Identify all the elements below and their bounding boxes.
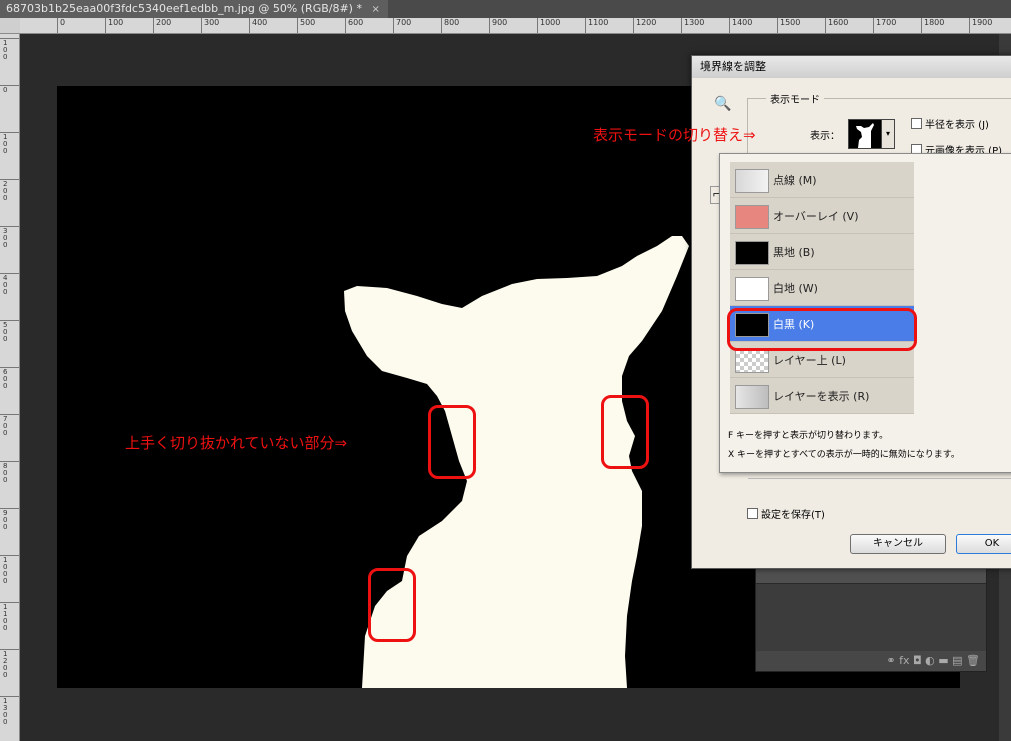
ruler-tick: 300 [201,18,219,33]
ruler-tick: 1400 [729,18,752,33]
ruler-tick: 1000 [0,555,19,585]
menu-item-label: レイヤーを表示 (R) [773,390,870,403]
ruler-tick: 1800 [921,18,944,33]
ruler-tick: 700 [393,18,411,33]
dialog-title: 境界線を調整 [692,56,1011,78]
zoom-tool-icon[interactable]: 🔍 [714,96,731,112]
mode-switch-annotation: 表示モードの切り替え⇒ [593,126,756,144]
layers-panel-toolbar: ⚭ fx ◘ ◐ ▬ ▤ 🗑 [756,651,986,671]
menu-item-overlay[interactable]: オーバーレイ (V) [730,198,914,234]
checkbox-icon[interactable] [747,508,758,519]
save-settings-label: 設定を保存(T) [761,510,825,521]
ruler-tick: 200 [153,18,171,33]
menu-item-marching-ants[interactable]: 点線 (M) [730,162,914,198]
x-key-hint: X キーを押すとすべての表示が一時的に無効になります。 [728,450,960,460]
menu-item-label: 白地 (W) [773,282,818,295]
vertical-ruler: 100 0 100 200 300 400 500 600 700 800 900 1000 1100 1… [0,34,20,741]
ruler-tick: 1300 [0,696,19,726]
save-settings-checkbox[interactable]: 設定を保存(T) [747,506,825,521]
ruler-tick: 600 [345,18,363,33]
bad-cut-highlight-bottom [368,568,416,642]
marching-ants-thumb-icon [735,169,769,193]
view-mode-thumbnail[interactable] [848,119,882,149]
ruler-corner [0,18,21,34]
document-tab-title: 68703b1b25eaa00f3fdc5340eef1edbb_m.jpg @… [6,2,362,15]
bad-cut-highlight-left [428,405,476,479]
menu-item-reveal-layer[interactable]: レイヤーを表示 (R) [730,378,914,414]
ruler-tick: 900 [489,18,507,33]
menu-item-label: オーバーレイ (V) [773,210,859,223]
ruler-tick: 800 [441,18,459,33]
ok-button[interactable]: OK [956,534,1011,554]
menu-item-on-black[interactable]: 黒地 (B) [730,234,914,270]
ruler-tick: 1700 [873,18,896,33]
ruler-tick: 800 [0,461,19,484]
close-icon[interactable]: × [371,4,379,15]
ruler-tick: 700 [0,414,19,437]
document-tab[interactable]: 68703b1b25eaa00f3fdc5340eef1edbb_m.jpg @… [0,0,388,18]
menu-item-label: 黒地 (B) [773,246,815,259]
ruler-tick: 0 [57,18,65,33]
cancel-button[interactable]: キャンセル [850,534,946,554]
ruler-tick: 400 [0,273,19,296]
ruler-tick: 400 [249,18,267,33]
bad-cut-highlight-right [601,395,649,469]
ruler-tick: 1600 [825,18,848,33]
document-tab-bar: 68703b1b25eaa00f3fdc5340eef1edbb_m.jpg @… [0,0,1011,19]
view-mode-dropdown-arrow[interactable]: ▾ [881,119,895,149]
ruler-tick: 100 [0,38,19,61]
ruler-tick: 1200 [633,18,656,33]
overlay-thumb-icon [735,205,769,229]
view-mode-group-label: 表示モード [766,91,824,106]
ruler-tick: 1000 [537,18,560,33]
on-white-thumb-icon [735,277,769,301]
f-key-hint: F キーを押すと表示が切り替わります。 [728,431,889,441]
ruler-tick: 1900 [969,18,992,33]
reveal-layer-thumb-icon [735,385,769,409]
ruler-tick: 0 [0,85,19,94]
ruler-tick: 600 [0,367,19,390]
view-mode-list: 点線 (M) オーバーレイ (V) 黒地 (B) 白地 (W) 白黒 (K) レ… [730,162,914,414]
selected-mode-highlight [727,308,917,351]
display-label: 表示： [810,131,840,142]
menu-item-on-white[interactable]: 白地 (W) [730,270,914,306]
bad-cut-annotation: 上手く切り抜かれていない部分⇒ [125,434,348,452]
ruler-tick: 1100 [0,602,19,632]
ruler-tick: 900 [0,508,19,531]
menu-item-label: 点線 (M) [773,174,817,187]
show-radius-checkbox[interactable]: 半径を表示 (J) [911,116,989,131]
ruler-tick: 1300 [681,18,704,33]
ruler-tick: 1500 [777,18,800,33]
on-layers-thumb-icon [735,349,769,373]
show-radius-label: 半径を表示 (J) [925,120,989,131]
ruler-tick: 100 [0,132,19,155]
ruler-tick: 300 [0,226,19,249]
ruler-tick: 500 [0,320,19,343]
ruler-tick: 100 [105,18,123,33]
layers-panel: ⚭ fx ◘ ◐ ▬ ▤ 🗑 [755,560,987,672]
ruler-tick: 200 [0,179,19,202]
checkbox-icon[interactable] [911,118,922,129]
menu-item-label: レイヤー上 (L) [773,354,846,367]
on-black-thumb-icon [735,241,769,265]
ruler-tick: 500 [297,18,315,33]
ruler-tick: 1100 [585,18,608,33]
horizontal-ruler: 0001002003004005006007008009001000110012… [20,18,1011,34]
ruler-tick: 1200 [0,649,19,679]
